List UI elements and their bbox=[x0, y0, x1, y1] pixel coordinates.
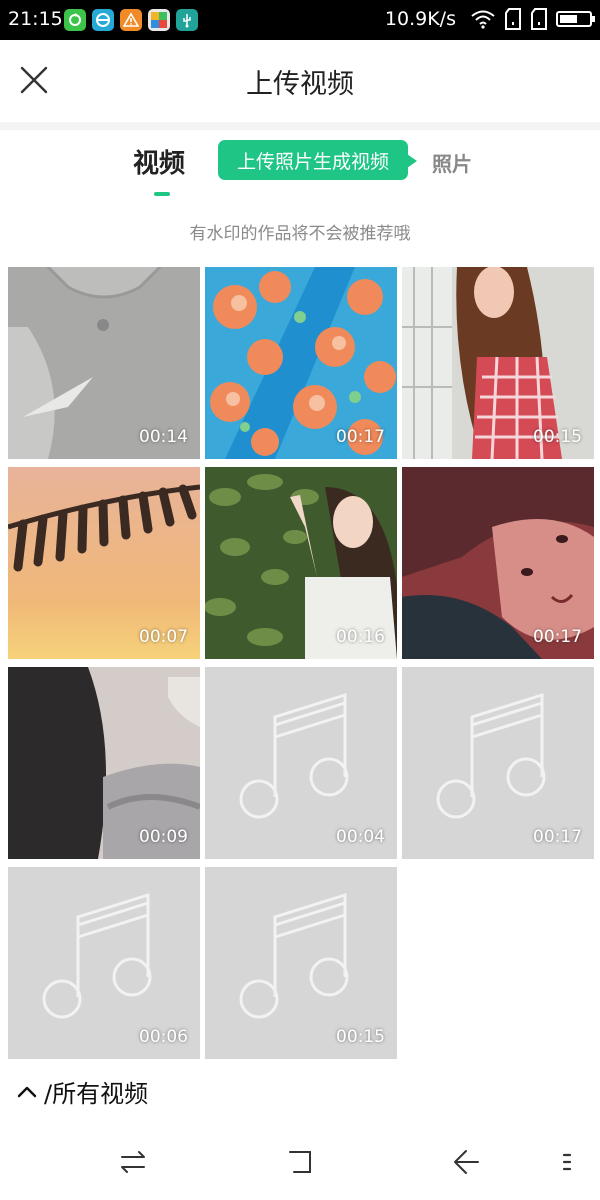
gallery-app-icon bbox=[148, 9, 170, 31]
home-square-icon bbox=[289, 1151, 311, 1173]
menu-dots-icon bbox=[562, 1153, 572, 1171]
notification-icons bbox=[64, 9, 198, 31]
video-duration: 00:09 bbox=[139, 827, 188, 847]
active-tab-indicator bbox=[154, 192, 170, 196]
wifi-icon bbox=[471, 10, 495, 29]
video-thumbnail-placeholder[interactable]: 00:15 bbox=[205, 867, 397, 1059]
video-grid: 00:14 00:17 00:15 00:07 00:16 00:17 00:0… bbox=[8, 267, 597, 1059]
video-thumbnail[interactable]: 00:07 bbox=[8, 467, 200, 659]
video-duration: 00:14 bbox=[139, 427, 188, 447]
music-note-icon bbox=[239, 892, 349, 1019]
sync-app-icon bbox=[64, 9, 86, 31]
warning-icon bbox=[120, 9, 142, 31]
video-thumbnail-placeholder[interactable]: 00:04 bbox=[205, 667, 397, 859]
video-duration: 00:17 bbox=[533, 627, 582, 647]
switch-apps-button[interactable] bbox=[115, 1144, 151, 1180]
status-time: 21:15 bbox=[8, 8, 63, 30]
music-note-icon bbox=[239, 692, 349, 819]
video-thumbnail-placeholder[interactable]: 00:17 bbox=[402, 667, 594, 859]
status-right: 10.9K/s bbox=[384, 8, 595, 30]
tab-video[interactable]: 视频 bbox=[133, 143, 185, 180]
chevron-up-icon bbox=[17, 1086, 37, 1097]
video-duration: 00:17 bbox=[336, 427, 385, 447]
back-arrow-icon bbox=[454, 1150, 479, 1174]
menu-button[interactable] bbox=[550, 1144, 586, 1180]
video-thumbnail[interactable]: 00:17 bbox=[402, 467, 594, 659]
back-button[interactable] bbox=[449, 1144, 485, 1180]
usb-icon bbox=[176, 9, 198, 31]
upload-photos-promo-badge[interactable]: 上传照片生成视频 bbox=[218, 140, 417, 180]
sim1-icon bbox=[505, 8, 521, 30]
video-duration: 00:04 bbox=[336, 827, 385, 847]
page-title: 上传视频 bbox=[246, 69, 354, 100]
header: 上传视频 bbox=[0, 40, 600, 122]
sim2-icon bbox=[531, 8, 547, 30]
browser-app-icon bbox=[92, 9, 114, 31]
status-bar: 21:15 10.9K/s bbox=[0, 0, 600, 40]
video-thumbnail[interactable]: 00:09 bbox=[8, 667, 200, 859]
video-thumbnail[interactable]: 00:15 bbox=[402, 267, 594, 459]
video-duration: 00:06 bbox=[139, 1027, 188, 1047]
video-duration: 00:17 bbox=[533, 827, 582, 847]
tab-photo[interactable]: 照片 bbox=[432, 148, 472, 177]
video-thumbnail[interactable]: 00:17 bbox=[205, 267, 397, 459]
navigation-bar bbox=[0, 1124, 600, 1200]
home-button[interactable] bbox=[282, 1144, 318, 1180]
battery-level bbox=[560, 15, 577, 23]
header-divider bbox=[0, 122, 600, 130]
video-duration: 00:07 bbox=[139, 627, 188, 647]
switch-apps-icon bbox=[121, 1151, 145, 1173]
music-note-icon bbox=[436, 692, 546, 819]
video-duration: 00:15 bbox=[533, 427, 582, 447]
album-label: /所有视频 bbox=[44, 1080, 149, 1108]
album-selector[interactable]: /所有视频 bbox=[16, 1074, 148, 1109]
video-duration: 00:15 bbox=[336, 1027, 385, 1047]
video-thumbnail[interactable]: 00:14 bbox=[8, 267, 200, 459]
music-note-icon bbox=[42, 892, 152, 1019]
watermark-note: 有水印的作品将不会被推荐哦 bbox=[189, 224, 411, 244]
network-speed: 10.9K/s bbox=[384, 8, 456, 30]
video-thumbnail[interactable]: 00:16 bbox=[205, 467, 397, 659]
battery-icon bbox=[556, 11, 595, 27]
video-thumbnail-placeholder[interactable]: 00:06 bbox=[8, 867, 200, 1059]
video-duration: 00:16 bbox=[336, 627, 385, 647]
